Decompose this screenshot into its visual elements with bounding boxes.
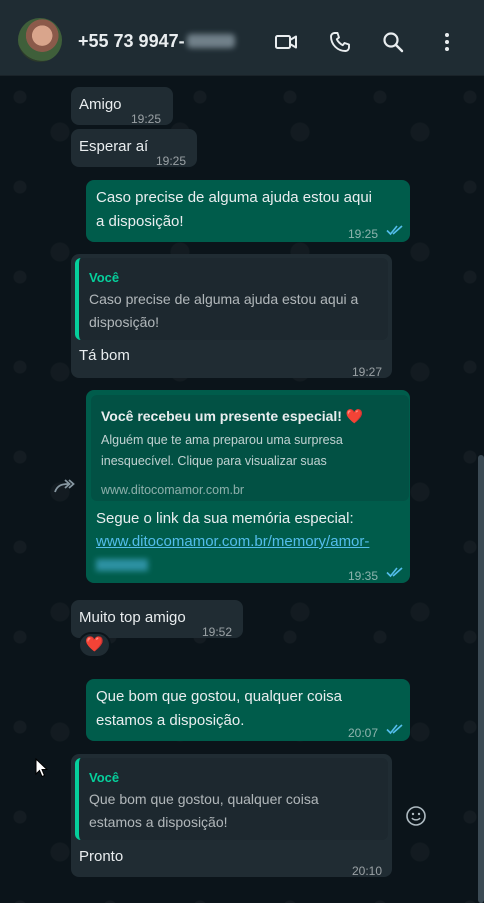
reaction-badge[interactable]: ❤️ (78, 632, 111, 658)
message-time: 19:25 (131, 112, 162, 126)
contact-name-redacted (186, 34, 235, 48)
heart-reaction-icon: ❤️ (85, 636, 104, 653)
message-time: 19:35 (348, 569, 379, 583)
preview-description: Alguém que te ama preparou uma surpresa … (101, 430, 391, 472)
preview-line: Alguém que te ama preparou uma surpresa (101, 433, 343, 447)
message-incoming[interactable]: Amigo 19:25 (71, 87, 173, 126)
read-ticks-icon (386, 225, 403, 236)
link-preview-card[interactable]: Você recebeu um presente especial! ❤️ Al… (91, 395, 409, 501)
message-time: 20:07 (348, 726, 379, 740)
message-line: Caso precise de alguma ajuda estou aqui (96, 189, 373, 206)
preview-line: inesquecível. Clique para visualizar sua… (101, 454, 327, 468)
read-ticks-icon (386, 724, 403, 735)
video-call-icon[interactable] (272, 28, 300, 56)
search-icon[interactable] (379, 28, 407, 56)
menu-icon[interactable] (433, 28, 461, 56)
contact-name[interactable]: +55 73 9947- (78, 31, 235, 52)
message-text: Muito top amigo (79, 609, 186, 626)
quoted-message[interactable]: Você Caso precise de alguma ajuda estou … (75, 258, 388, 340)
emoji-react-icon[interactable] (405, 805, 427, 827)
message-time: 19:27 (352, 365, 383, 379)
quote-line: disposição! (89, 314, 160, 330)
quote-line: Caso precise de alguma ajuda estou aqui … (89, 291, 359, 307)
preview-domain: www.ditocomamor.com.br (101, 483, 245, 497)
forward-icon[interactable] (53, 477, 75, 497)
scrollbar[interactable] (478, 455, 484, 903)
quoted-message[interactable]: Você Que bom que gostou, qualquer coisa … (75, 758, 388, 840)
contact-avatar[interactable] (18, 18, 62, 62)
quote-author: Você (89, 270, 120, 285)
link-redacted[interactable] (96, 559, 148, 571)
read-ticks-icon (386, 567, 403, 578)
message-text: Esperar aí (79, 138, 149, 155)
chat-header: +55 73 9947- (0, 0, 484, 76)
quote-text: Caso precise de alguma ajuda estou aqui … (89, 288, 379, 334)
quote-line: estamos a disposição! (89, 814, 228, 830)
quote-line: Que bom que gostou, qualquer coisa (89, 791, 319, 807)
quote-text: Que bom que gostou, qualquer coisa estam… (89, 788, 379, 834)
message-time: 20:10 (352, 864, 383, 878)
message-list[interactable]: Amigo 19:25 Esperar aí 19:25 Caso precis… (0, 77, 484, 903)
message-incoming-reply[interactable]: Você Caso precise de alguma ajuda estou … (71, 254, 392, 379)
preview-title: Você recebeu um presente especial! ❤️ (101, 408, 364, 424)
message-text: Amigo (79, 96, 122, 113)
contact-name-text: +55 73 9947- (78, 31, 185, 51)
mouse-cursor-icon (35, 758, 49, 778)
message-outgoing-link[interactable]: Você recebeu um presente especial! ❤️ Al… (86, 390, 410, 583)
message-outgoing[interactable]: Caso precise de alguma ajuda estou aqui … (86, 180, 410, 242)
message-outgoing[interactable]: Que bom que gostou, qualquer coisa estam… (86, 679, 410, 741)
message-incoming-reply[interactable]: Você Que bom que gostou, qualquer coisa … (71, 754, 392, 878)
link-line[interactable]: www.ditocomamor.com.br/memory/amor- (96, 530, 406, 554)
message-text: Pronto (79, 848, 124, 865)
message-line: Que bom que gostou, qualquer coisa (96, 688, 342, 705)
quote-author: Você (89, 770, 120, 785)
message-text: Tá bom (79, 347, 130, 364)
voice-call-icon[interactable] (326, 28, 354, 56)
message-time: 19:25 (348, 227, 379, 241)
message-time: 19:25 (156, 154, 187, 168)
message-incoming[interactable]: Esperar aí 19:25 (71, 129, 197, 168)
message-time: 19:52 (202, 625, 233, 639)
message-text: Segue o link da sua memória especial: (96, 510, 354, 527)
